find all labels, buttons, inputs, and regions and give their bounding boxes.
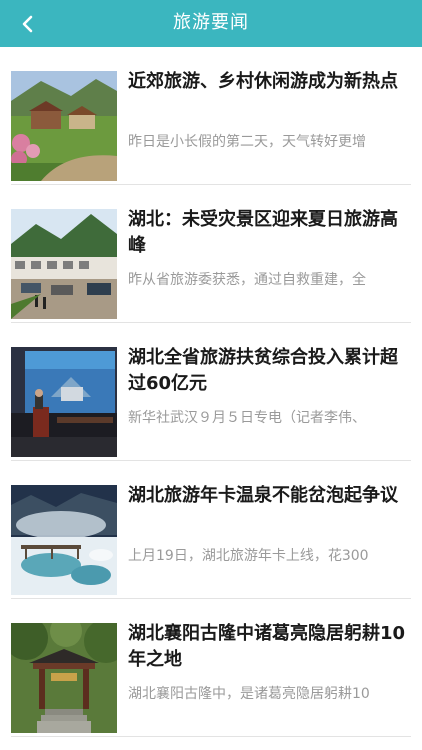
news-thumbnail — [11, 71, 117, 181]
news-headline: 湖北襄阳古隆中诸葛亮隐居躬耕10年之地 — [128, 623, 406, 670]
news-thumbnail — [11, 623, 117, 733]
news-item[interactable]: 湖北全省旅游扶贫综合投入累计超过60亿元 新华社武汉９月５日专电（记者李伟、 — [0, 323, 422, 461]
news-headline: 湖北：未受灾景区迎来夏日旅游高峰 — [128, 209, 398, 256]
news-thumbnail — [11, 209, 117, 319]
news-item[interactable]: 近郊旅游、乡村休闲游成为新热点 昨日是小长假的第二天，天气转好更增 — [0, 47, 422, 185]
news-summary: 新华社武汉９月５日专电（记者李伟、 — [128, 410, 366, 426]
news-thumbnail — [11, 485, 117, 595]
news-headline: 湖北旅游年卡温泉不能岔泡起争议 — [128, 485, 398, 506]
news-thumbnail — [11, 347, 117, 457]
news-headline: 湖北全省旅游扶贫综合投入累计超过60亿元 — [128, 347, 398, 394]
divider — [11, 736, 411, 737]
news-summary: 昨从省旅游委获悉，通过自救重建，全 — [128, 272, 366, 288]
news-headline: 近郊旅游、乡村休闲游成为新热点 — [128, 71, 398, 92]
news-list: 近郊旅游、乡村休闲游成为新热点 昨日是小长假的第二天，天气转好更增 湖北：未受灾… — [0, 47, 422, 737]
news-summary: 湖北襄阳古隆中，是诸葛亮隐居躬耕10 — [128, 686, 370, 702]
news-summary: 上月19日，湖北旅游年卡上线，花300 — [128, 548, 369, 564]
news-item[interactable]: 湖北襄阳古隆中诸葛亮隐居躬耕10年之地 湖北襄阳古隆中，是诸葛亮隐居躬耕10 — [0, 599, 422, 737]
news-summary: 昨日是小长假的第二天，天气转好更增 — [128, 134, 366, 150]
news-item[interactable]: 湖北：未受灾景区迎来夏日旅游高峰 昨从省旅游委获悉，通过自救重建，全 — [0, 185, 422, 323]
app-header: 旅游要闻 — [0, 0, 422, 47]
news-item[interactable]: 湖北旅游年卡温泉不能岔泡起争议 上月19日，湖北旅游年卡上线，花300 — [0, 461, 422, 599]
page-title: 旅游要闻 — [173, 12, 249, 33]
